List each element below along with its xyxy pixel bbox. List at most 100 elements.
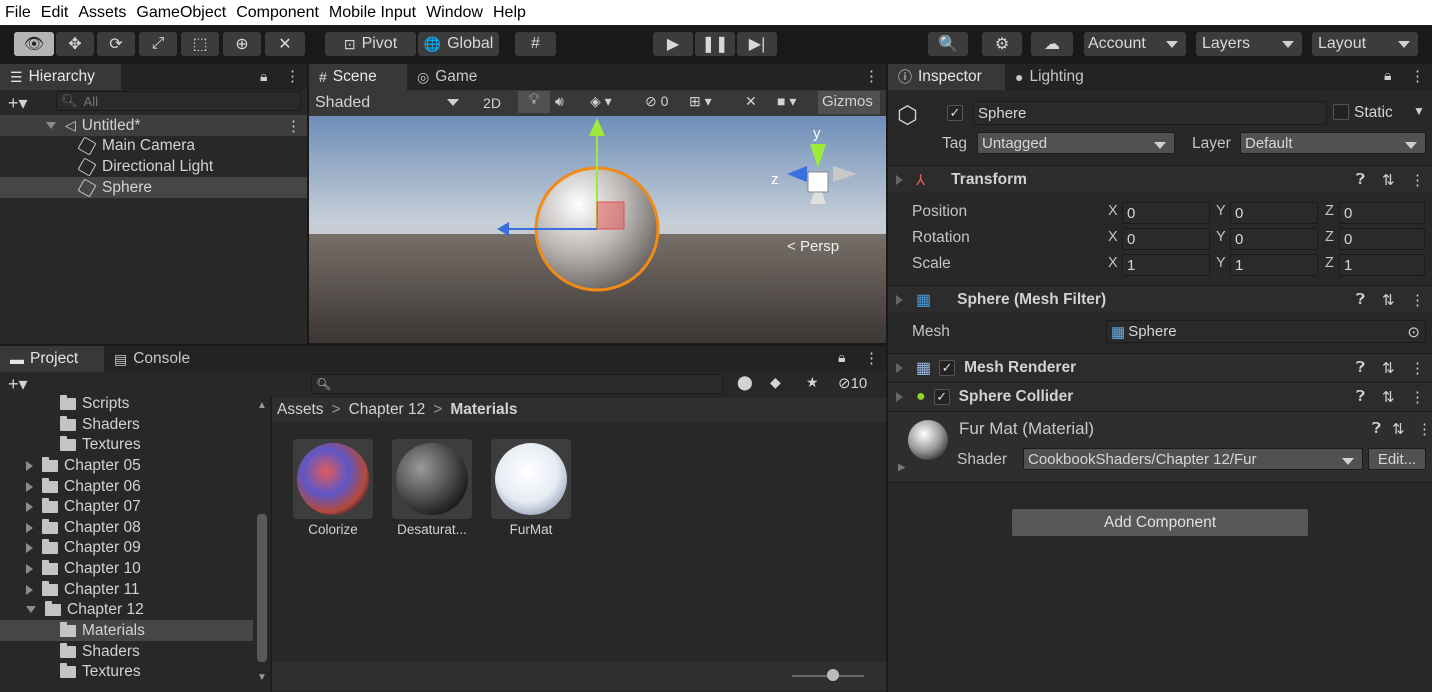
splitter[interactable] bbox=[270, 396, 272, 692]
asset-desaturate[interactable] bbox=[392, 439, 472, 519]
tree-item[interactable]: Chapter 10 bbox=[26, 558, 141, 579]
preset-icon[interactable]: ⇅ bbox=[1382, 388, 1395, 406]
create-button[interactable]: +▾ bbox=[8, 374, 28, 395]
lock-icon[interactable]: 🔒︎ bbox=[1384, 67, 1391, 84]
tree-item[interactable]: Chapter 06 bbox=[26, 476, 141, 497]
axis-x-label[interactable]: X bbox=[1108, 229, 1118, 245]
tree-item[interactable]: Chapter 11 bbox=[26, 579, 140, 600]
tree-item[interactable]: Chapter 12 bbox=[26, 599, 144, 620]
menu-window[interactable]: Window bbox=[426, 4, 483, 22]
component-menu-icon[interactable]: ⋮ bbox=[1410, 359, 1425, 377]
effects-toggle-icon[interactable]: ◈ ▾ bbox=[590, 93, 612, 110]
tree-item[interactable]: Chapter 05 bbox=[26, 455, 141, 476]
menu-edit[interactable]: Edit bbox=[41, 4, 69, 22]
axis-y-label[interactable]: Y bbox=[1216, 255, 1226, 271]
scale-tool-icon[interactable]: ⤢ bbox=[139, 32, 177, 56]
active-checkbox[interactable]: ✓ bbox=[947, 104, 963, 121]
grid-snap-icon[interactable]: # bbox=[515, 32, 556, 56]
hierarchy-item-directional-light[interactable]: Directional Light bbox=[77, 156, 213, 177]
rotate-tool-icon[interactable]: ⟳ bbox=[97, 32, 135, 56]
lighting-toggle-icon[interactable]: 💡︎ bbox=[518, 91, 550, 113]
transform-tool-icon[interactable]: ⊕ bbox=[223, 32, 261, 56]
grid-toggle-icon[interactable]: ⊞ ▾ bbox=[689, 93, 712, 110]
tab-hierarchy[interactable]: ☰ Hierarchy bbox=[0, 64, 121, 90]
axis-z-label[interactable]: Z bbox=[1325, 255, 1334, 271]
tree-item[interactable]: Shaders bbox=[60, 414, 140, 435]
scene-root-row[interactable]: ◁ Untitled* bbox=[46, 115, 140, 136]
tools-icon[interactable]: ✕ bbox=[745, 93, 757, 110]
menu-mobile-input[interactable]: Mobile Input bbox=[329, 4, 416, 22]
expand-icon[interactable] bbox=[896, 391, 903, 402]
search-icon[interactable]: 🔍 bbox=[928, 32, 968, 56]
layer-dropdown[interactable]: Default bbox=[1240, 132, 1426, 154]
tree-item-selected[interactable]: Materials bbox=[60, 620, 145, 641]
collapse-icon[interactable] bbox=[896, 294, 903, 305]
tab-console[interactable]: ▤ Console bbox=[104, 346, 204, 372]
expand-icon[interactable] bbox=[26, 563, 33, 574]
play-button[interactable]: ▶ bbox=[653, 32, 693, 56]
camera-icon[interactable]: ■ ▾ bbox=[777, 93, 796, 110]
favorites-star-icon[interactable]: ★ bbox=[806, 374, 819, 391]
expand-icon[interactable] bbox=[26, 460, 33, 471]
preset-icon[interactable]: ⇅ bbox=[1382, 291, 1395, 309]
transform-header[interactable]: ⅄ Transform ❓︎ ⇅ ⋮ bbox=[888, 165, 1432, 193]
expand-icon[interactable] bbox=[896, 362, 903, 373]
shader-dropdown[interactable]: CookbookShaders/Chapter 12/Fur bbox=[1023, 448, 1363, 470]
component-menu-icon[interactable]: ⋮ bbox=[1417, 420, 1432, 438]
audio-toggle-icon[interactable]: 🔊︎ bbox=[555, 93, 564, 110]
expand-icon[interactable] bbox=[26, 584, 33, 595]
collab-icon[interactable]: ⚙ bbox=[982, 32, 1022, 56]
help-icon[interactable]: ❓︎ bbox=[1356, 171, 1365, 188]
preset-icon[interactable]: ⇅ bbox=[1382, 359, 1395, 377]
object-picker-icon[interactable]: ⊙ bbox=[1407, 323, 1420, 341]
hierarchy-search-input[interactable]: 🔍︎ All bbox=[56, 91, 301, 111]
custom-tool-icon[interactable]: ✕ bbox=[265, 32, 305, 56]
object-name-input[interactable]: Sphere bbox=[973, 101, 1327, 125]
breadcrumb-chapter[interactable]: Chapter 12 bbox=[349, 401, 426, 419]
help-icon[interactable]: ❓︎ bbox=[1356, 388, 1365, 405]
axis-y-label[interactable]: Y bbox=[1216, 229, 1226, 245]
expand-icon[interactable] bbox=[26, 542, 33, 553]
cloud-icon[interactable]: ☁ bbox=[1031, 32, 1073, 56]
axis-y-label[interactable]: Y bbox=[1216, 203, 1226, 219]
expand-icon[interactable] bbox=[26, 522, 33, 533]
filter-by-type-icon[interactable]: ⬤ bbox=[737, 374, 753, 391]
scene-kebab-icon[interactable]: ⋮ bbox=[864, 67, 879, 85]
axis-x-label[interactable]: X bbox=[1108, 203, 1118, 219]
transform-position-z-field[interactable]: 0 bbox=[1339, 202, 1425, 224]
enabled-checkbox[interactable]: ✓ bbox=[933, 388, 950, 405]
tree-item[interactable]: Chapter 08 bbox=[26, 517, 141, 538]
pivot-toggle[interactable]: ⊡ Pivot bbox=[325, 32, 416, 56]
pause-button[interactable]: ❚❚ bbox=[695, 32, 735, 56]
mesh-filter-header[interactable]: ▦ Sphere (Mesh Filter) ❓︎ ⇅ ⋮ bbox=[888, 285, 1432, 313]
breadcrumb-assets[interactable]: Assets bbox=[277, 401, 324, 419]
transform-scale-x-field[interactable]: 1 bbox=[1122, 254, 1210, 276]
expand-icon[interactable] bbox=[26, 481, 33, 492]
component-menu-icon[interactable]: ⋮ bbox=[1410, 388, 1425, 406]
tab-game[interactable]: ◎ Game bbox=[407, 64, 497, 90]
tree-item[interactable]: Shaders bbox=[60, 641, 140, 662]
transform-scale-z-field[interactable]: 1 bbox=[1339, 254, 1425, 276]
tree-item[interactable]: Scripts bbox=[60, 393, 129, 414]
filter-by-label-icon[interactable]: ◆ bbox=[770, 374, 781, 391]
tab-project[interactable]: ▬ Project bbox=[0, 346, 104, 372]
preset-icon[interactable]: ⇅ bbox=[1382, 171, 1395, 189]
plane-handle[interactable] bbox=[596, 201, 625, 230]
scroll-down-icon[interactable]: ▼ bbox=[257, 672, 267, 683]
transform-rotation-z-field[interactable]: 0 bbox=[1339, 228, 1425, 250]
axis-x-label[interactable]: X bbox=[1108, 255, 1118, 271]
tree-scrollbar-thumb[interactable] bbox=[257, 514, 267, 662]
transform-position-y-field[interactable]: 0 bbox=[1230, 202, 1318, 224]
global-toggle[interactable]: 🌐 Global bbox=[418, 32, 499, 56]
scene-kebab-icon[interactable]: ⋮ bbox=[286, 117, 301, 135]
breadcrumb-materials[interactable]: Materials bbox=[450, 401, 517, 419]
gizmos-button[interactable]: Gizmos bbox=[818, 91, 880, 114]
static-checkbox[interactable] bbox=[1333, 104, 1349, 124]
kebab-menu-icon[interactable]: ⋮ bbox=[285, 67, 300, 85]
component-menu-icon[interactable]: ⋮ bbox=[1410, 291, 1425, 309]
menu-file[interactable]: File bbox=[5, 4, 31, 22]
static-dropdown-icon[interactable]: ▼ bbox=[1413, 104, 1425, 118]
step-button[interactable]: ▶| bbox=[737, 32, 777, 56]
menu-assets[interactable]: Assets bbox=[78, 4, 126, 22]
tree-item[interactable]: Textures bbox=[60, 661, 141, 682]
